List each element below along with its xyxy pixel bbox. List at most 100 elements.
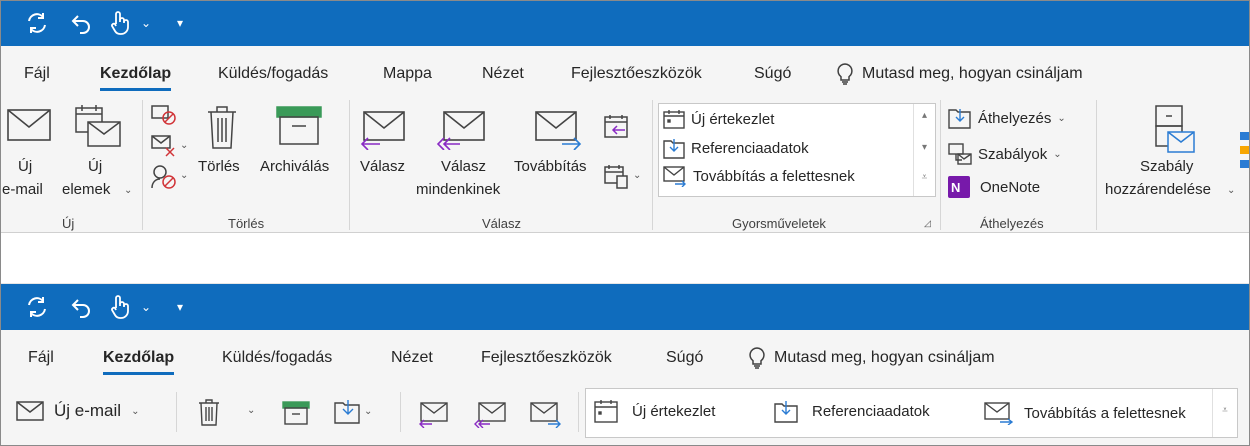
gallery-expand-icon[interactable]: ⩡ <box>1213 405 1237 416</box>
chevron-down-icon[interactable]: ⌄ <box>124 185 132 196</box>
tab-view[interactable]: Nézet <box>482 65 524 83</box>
reply-all-button[interactable] <box>436 110 486 153</box>
customize-qat-icon[interactable]: ▾ <box>172 284 188 330</box>
tab-file[interactable]: Fájl <box>24 65 50 83</box>
tab-home[interactable]: Kezdőlap <box>103 349 175 375</box>
reply-icon <box>419 402 448 429</box>
chevron-down-icon[interactable]: ⌄ <box>1227 185 1235 196</box>
tab-developer[interactable]: Fejlesztőeszközök <box>481 349 612 367</box>
gallery-scrollbar[interactable]: ▴ ▾ ⩡ <box>913 104 935 196</box>
chevron-down-icon[interactable]: ⌄ <box>180 140 188 151</box>
tab-folder[interactable]: Mappa <box>383 65 432 83</box>
meeting-reply-icon <box>604 115 628 138</box>
reply-all-button-simplified[interactable] <box>474 402 506 431</box>
tell-me-box[interactable]: Mutasd meg, hogyan csináljam <box>748 347 995 369</box>
move-label: Áthelyezés <box>978 109 1052 127</box>
categorize-icon <box>1240 132 1250 168</box>
tell-me-box[interactable]: Mutasd meg, hogyan csináljam <box>836 63 1083 85</box>
forward-button[interactable] <box>534 110 582 153</box>
quick-step-label: Referenciaadatok <box>691 139 809 157</box>
tell-me-text: Mutasd meg, hogyan csináljam <box>862 65 1083 82</box>
chevron-down-icon[interactable]: ⌄ <box>131 406 139 417</box>
touch-mode-icon[interactable] <box>104 284 134 330</box>
chevron-down-icon[interactable]: ⌄ <box>1057 113 1065 124</box>
chevron-down-icon[interactable]: ⌄ <box>180 170 188 181</box>
scroll-down-icon[interactable]: ▾ <box>914 142 935 153</box>
tab-home[interactable]: Kezdőlap <box>100 65 172 91</box>
tab-send-receive[interactable]: Küldés/fogadás <box>222 349 332 367</box>
reply-icon <box>360 111 405 151</box>
delete-button-simplified[interactable] <box>198 398 220 429</box>
chevron-down-icon[interactable]: ⌄ <box>633 170 641 181</box>
gallery-expand-icon[interactable]: ⩡ <box>914 172 935 183</box>
chevron-down-icon[interactable]: ⌄ <box>1053 149 1061 160</box>
tab-developer[interactable]: Fejlesztőeszközök <box>571 65 702 83</box>
new-email-button[interactable] <box>6 106 52 147</box>
quick-step-reference[interactable]: Referenciaadatok <box>663 137 809 159</box>
tab-send-receive[interactable]: Küldés/fogadás <box>218 65 328 83</box>
tab-file[interactable]: Fájl <box>28 349 54 367</box>
quick-step-to-manager[interactable]: Továbbítás a felettesnek <box>984 401 1186 425</box>
archive-button-simplified[interactable] <box>282 401 310 428</box>
envelope-icon <box>16 401 44 421</box>
assign-policy-button[interactable] <box>1150 104 1196 159</box>
move-button[interactable]: Áthelyezés ⌄ <box>948 106 1066 130</box>
calendar-icon <box>663 110 685 129</box>
group-label-delete: Törlés <box>228 216 265 231</box>
move-folder-icon <box>334 400 360 424</box>
dialog-launcher-icon[interactable]: ◿ <box>924 218 931 229</box>
category-colors[interactable] <box>1240 126 1250 179</box>
forward-label: Továbbítás <box>514 158 587 175</box>
touch-mode-icon[interactable] <box>104 0 134 46</box>
group-label-respond: Válasz <box>482 216 522 231</box>
chevron-down-icon[interactable]: ⌄ <box>364 406 372 417</box>
touch-mode-dropdown[interactable]: ⌄ <box>138 284 154 330</box>
trash-icon <box>208 106 236 149</box>
envelope-icon <box>7 109 51 141</box>
archive-icon <box>282 401 310 425</box>
rules-icon <box>948 143 972 165</box>
meeting-reply-button[interactable] <box>603 114 631 143</box>
reply-all-label-1: Válasz <box>441 158 487 175</box>
new-email-button-simplified[interactable]: Új e-mail ⌄ <box>16 400 139 422</box>
forward-email-icon <box>663 166 686 187</box>
new-items-button[interactable] <box>74 104 122 153</box>
touch-mode-dropdown[interactable]: ⌄ <box>138 0 154 46</box>
lightbulb-icon <box>837 63 853 85</box>
ribbon-tabs-2: Fájl Kezdőlap Küldés/fogadás Nézet Fejle… <box>0 344 1250 375</box>
junk-icon <box>151 165 176 189</box>
quick-step-to-manager[interactable]: Továbbítás a felettesnek <box>663 165 855 187</box>
trash-icon <box>199 399 219 426</box>
scroll-up-icon[interactable]: ▴ <box>914 110 935 121</box>
ignore-icon <box>151 105 176 125</box>
undo-icon[interactable] <box>66 284 96 330</box>
sync-icon[interactable] <box>22 0 52 46</box>
reply-button[interactable] <box>360 110 406 153</box>
sync-icon[interactable] <box>22 284 52 330</box>
tab-help[interactable]: Súgó <box>754 65 791 83</box>
clean-up-button[interactable] <box>150 134 178 161</box>
delete-button[interactable] <box>206 104 238 153</box>
quick-step-new-meeting[interactable]: Új értekezlet <box>594 399 715 423</box>
tab-help[interactable]: Súgó <box>666 349 703 367</box>
junk-button[interactable] <box>150 164 178 193</box>
customize-qat-icon[interactable]: ▾ <box>172 0 188 46</box>
rules-label: Szabályok <box>978 145 1048 163</box>
chevron-down-icon[interactable]: ⌄ <box>247 405 255 416</box>
reply-button-simplified[interactable] <box>418 402 448 431</box>
gallery-expand[interactable]: ⩡ <box>1212 389 1237 437</box>
tab-view[interactable]: Nézet <box>391 349 433 367</box>
quick-step-reference[interactable]: Referenciaadatok <box>774 399 930 423</box>
archive-button[interactable] <box>276 106 322 149</box>
forward-button-simplified[interactable] <box>530 402 562 431</box>
quick-step-new-meeting[interactable]: Új értekezlet <box>663 109 774 129</box>
rules-button[interactable]: Szabályok ⌄ <box>948 142 1062 166</box>
undo-icon[interactable] <box>66 0 96 46</box>
reply-all-icon <box>436 111 485 151</box>
move-button-simplified[interactable]: ⌄ <box>334 398 372 424</box>
ignore-button[interactable] <box>150 104 178 129</box>
group-divider <box>1096 100 1097 230</box>
onenote-button[interactable]: N OneNote <box>948 176 1040 198</box>
more-respond-button[interactable] <box>603 164 631 193</box>
group-divider <box>940 100 941 230</box>
